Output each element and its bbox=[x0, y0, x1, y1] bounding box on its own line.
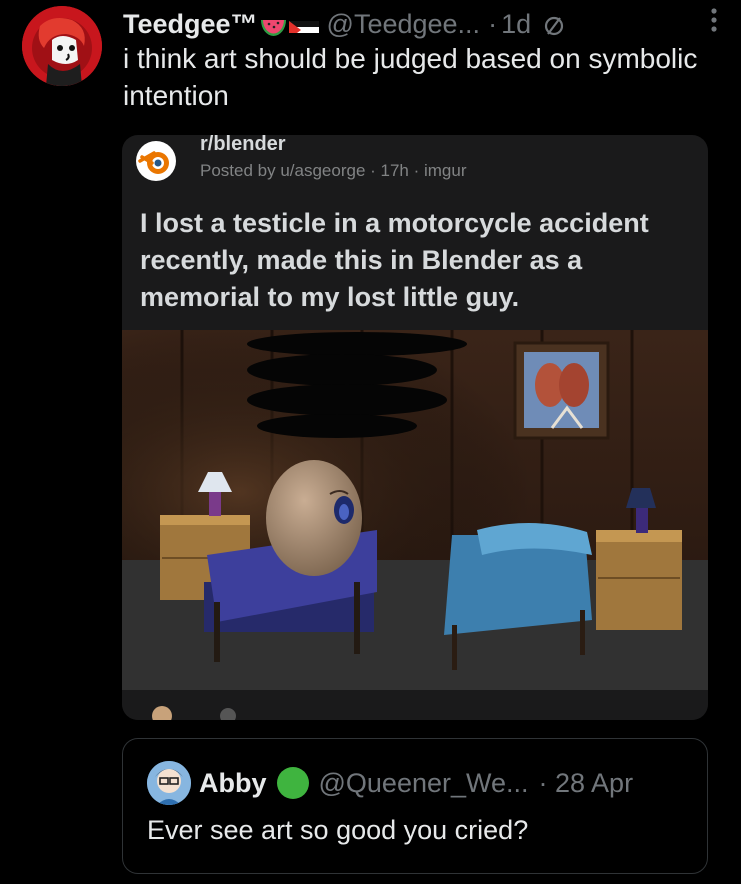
quote-text: Ever see art so good you cried? bbox=[147, 815, 529, 845]
palestine-flag-icon bbox=[288, 15, 319, 33]
tweet-text: i think art should be judged based on sy… bbox=[123, 43, 698, 111]
reddit-post-footer bbox=[122, 690, 708, 720]
display-name[interactable]: Teedgee™ bbox=[123, 9, 258, 40]
handle[interactable]: @Teedgee... bbox=[327, 9, 481, 40]
blender-render-image bbox=[122, 330, 708, 690]
reddit-post-header: r/blender Posted by u/asgeorge · 17h · i… bbox=[122, 135, 708, 195]
separator: · bbox=[488, 8, 498, 39]
avatar[interactable] bbox=[22, 6, 102, 86]
tweet-header: Teedgee™ @Teedgee... · 1d bbox=[123, 4, 721, 44]
post-meta: Posted by u/asgeorge · 17h · imgur bbox=[200, 161, 467, 180]
timestamp[interactable]: 1d bbox=[501, 9, 531, 40]
green-circle-emoji-icon bbox=[276, 767, 309, 799]
tweet[interactable]: Teedgee™ @Teedgee... · 1d i think art sh… bbox=[0, 0, 741, 884]
blender-logo-icon bbox=[134, 139, 178, 183]
reddit-post-title: I lost a testicle in a motorcycle accide… bbox=[140, 208, 649, 312]
quoted-tweet[interactable]: Abby @Queener_We... · 28 Apr Ever see ar… bbox=[122, 738, 708, 874]
quote-timestamp: · 28 Apr bbox=[538, 767, 634, 798]
avatar-image bbox=[22, 6, 102, 86]
subreddit-name: r/blender bbox=[200, 135, 286, 155]
quote-handle: @Queener_We... bbox=[318, 767, 529, 798]
more-vertical-icon[interactable] bbox=[699, 0, 729, 40]
quote-avatar bbox=[147, 761, 191, 805]
quote-header: Abby @Queener_We... · 28 Apr bbox=[199, 761, 691, 805]
quote-display-name: Abby bbox=[199, 767, 267, 798]
watermelon-emoji-icon bbox=[260, 14, 287, 36]
user-avatars-icon bbox=[152, 706, 236, 720]
no-entry-icon bbox=[543, 13, 565, 36]
tweet-media[interactable]: r/blender Posted by u/asgeorge · 17h · i… bbox=[122, 135, 708, 720]
